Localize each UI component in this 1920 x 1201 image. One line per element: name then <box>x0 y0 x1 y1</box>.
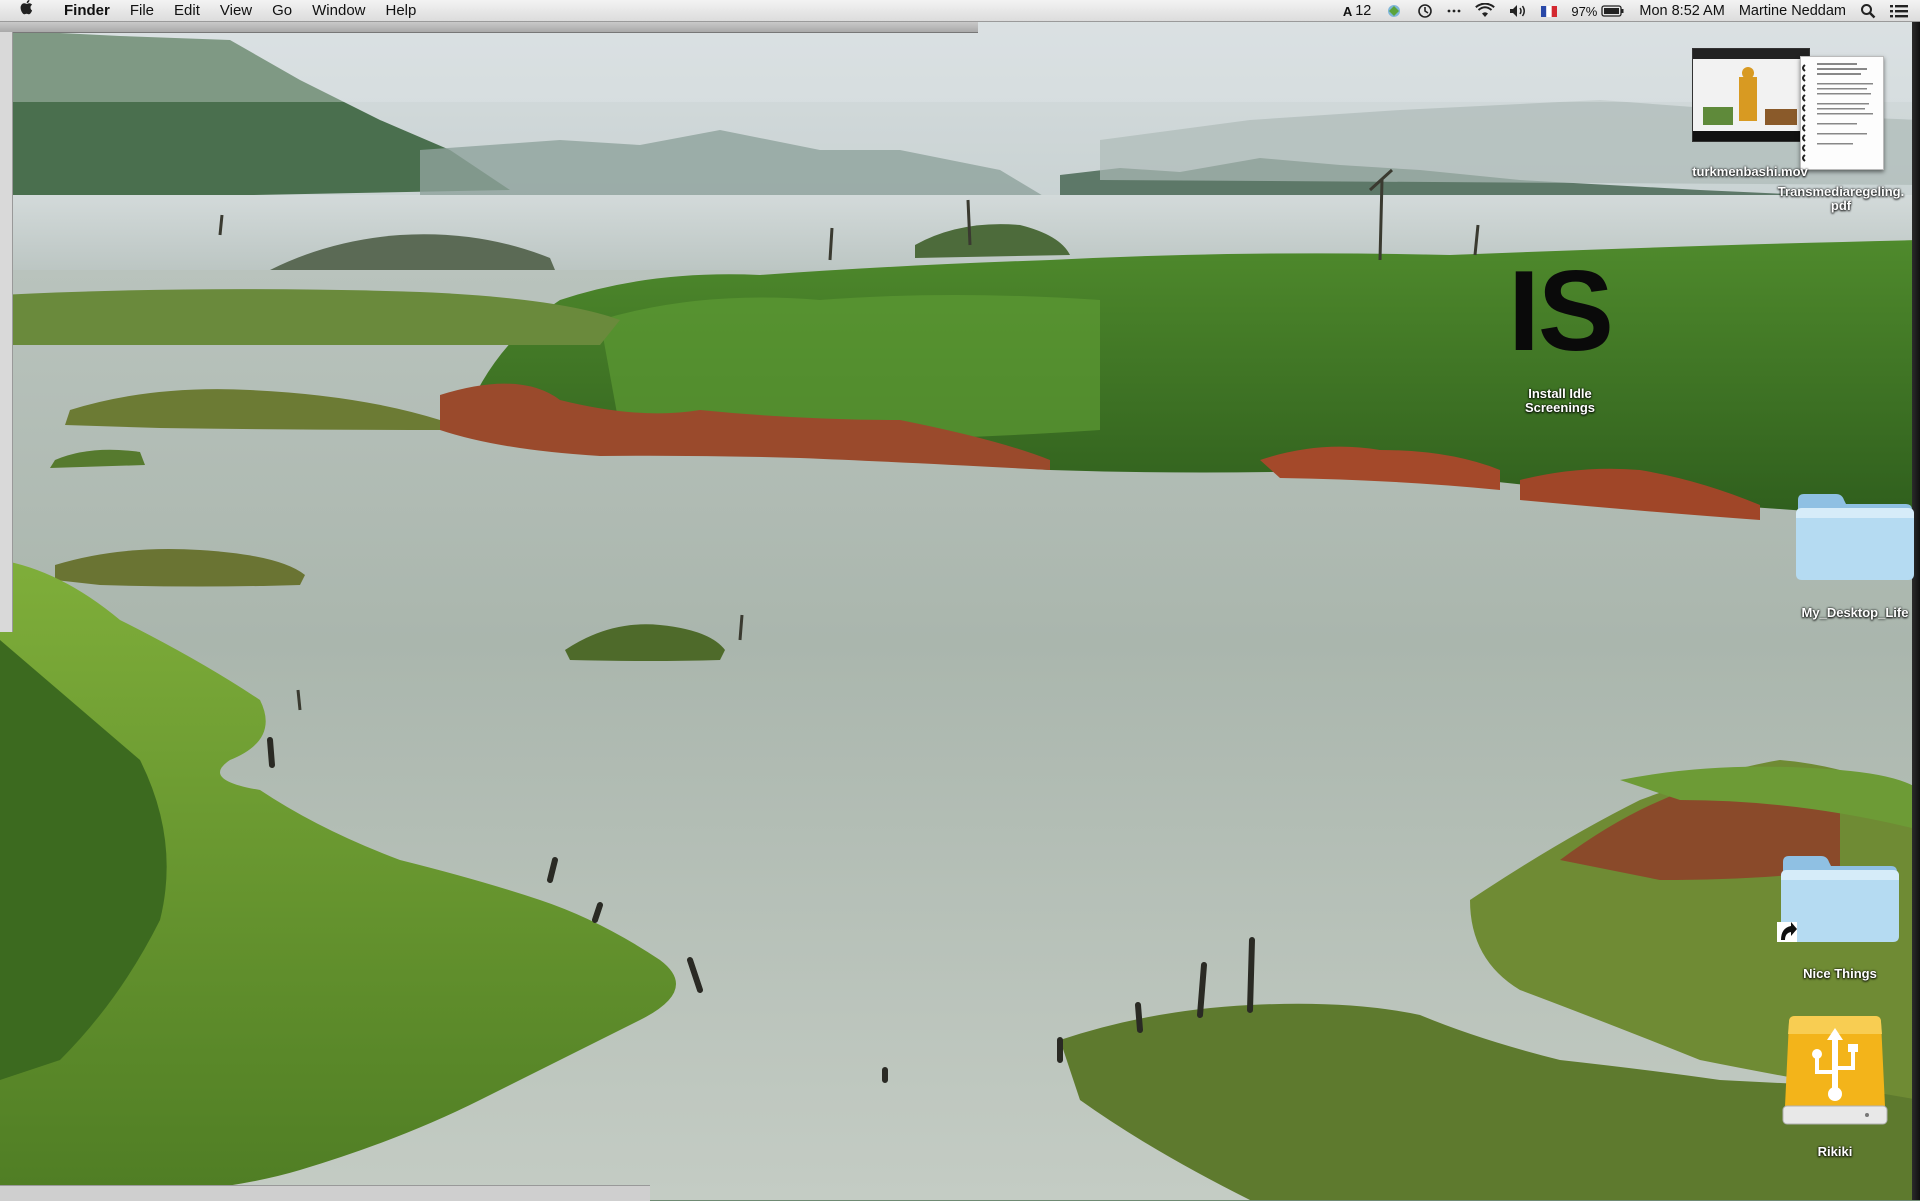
battery-menu[interactable]: 97% <box>1564 4 1632 19</box>
menu-window[interactable]: Window <box>302 0 375 22</box>
adobe-icon: A <box>1342 3 1353 19</box>
usb-drive-icon <box>1782 1016 1888 1125</box>
menu-edit[interactable]: Edit <box>164 0 210 22</box>
apple-icon[interactable] <box>0 0 54 22</box>
adobe-menu[interactable]: A 12 <box>1336 3 1379 19</box>
window-left-edge <box>0 32 13 632</box>
file-label: Rikiki <box>1817 1144 1853 1159</box>
file-label: Transmediaregeling.pdf <box>1777 184 1905 213</box>
volume-icon[interactable] <box>1502 3 1534 19</box>
sync-icon[interactable] <box>1378 3 1410 19</box>
menu-help[interactable]: Help <box>376 0 427 22</box>
search-icon[interactable] <box>1853 3 1883 19</box>
more-icon[interactable] <box>1440 8 1468 14</box>
file-label: My_Desktop_Life <box>1801 605 1909 620</box>
menu-file[interactable]: File <box>120 0 164 22</box>
app-icon: IS <box>1508 248 1614 375</box>
adobe-count: 12 <box>1355 3 1372 19</box>
window-titlebar-edge[interactable] <box>0 22 978 33</box>
movie-file-icon <box>1692 48 1810 142</box>
folder-alias-icon <box>1777 856 1899 942</box>
menu-finder[interactable]: Finder <box>54 0 120 22</box>
window-bottom-edge <box>0 1185 650 1201</box>
clock[interactable]: Mon 8:52 AM <box>1632 3 1731 19</box>
file-label: Install Idle Screenings <box>1524 386 1596 415</box>
menu-view[interactable]: View <box>210 0 262 22</box>
flag-icon[interactable] <box>1534 5 1564 17</box>
file-label: Nice Things <box>1803 966 1877 981</box>
battery-icon <box>1601 5 1624 17</box>
desktop-wallpaper <box>0 0 1920 1200</box>
list-icon[interactable] <box>1883 4 1920 18</box>
folder-icon <box>1796 494 1914 580</box>
wifi-icon[interactable] <box>1468 3 1502 19</box>
pdf-file-icon <box>1800 56 1884 170</box>
battery-percent: 97% <box>1571 3 1598 19</box>
time-machine-icon[interactable] <box>1410 3 1440 19</box>
user-name[interactable]: Martine Neddam <box>1732 3 1853 19</box>
file-label: turkmenbashi.mov <box>1692 164 1808 179</box>
menu-go[interactable]: Go <box>262 0 302 22</box>
status-area: A 12 97% Mon 8:52 AM Martine Neddam <box>1336 0 1920 22</box>
menu-bar: Finder File Edit View Go Window Help A 1… <box>0 0 1920 22</box>
